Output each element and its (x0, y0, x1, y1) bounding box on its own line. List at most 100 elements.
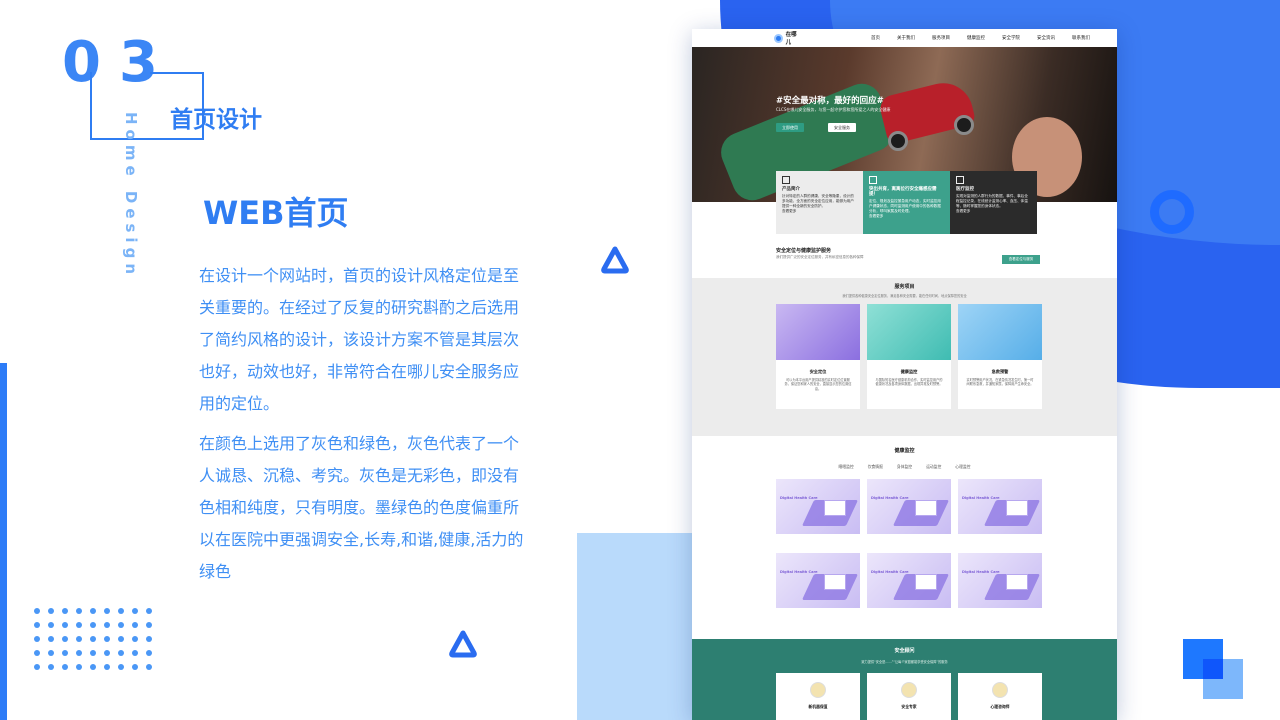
iso-screen (1006, 500, 1028, 516)
file-icon (869, 176, 877, 184)
health-tab[interactable]: 身体监控 (897, 464, 912, 470)
feature-card-text: 定位、规划及监控紧急用户动态，实时监控用户健康状态，同时监测用户使用中的各种数据… (869, 199, 941, 213)
service-card[interactable]: 急救预警 实时预警用户状况，在紧急情况发生时，第一时间联系急救，并通知家属，保障… (958, 304, 1042, 409)
safety-subtitle: 致力提供“安全是……”“让每个家庭都能享受安全保障”的服务 (861, 660, 948, 664)
iso-screen (1006, 574, 1028, 590)
iso-screen (824, 500, 846, 516)
advisor-avatar (901, 682, 917, 698)
health-card[interactable]: Digital Health Care (867, 553, 951, 608)
section-title: 首页设计 (170, 107, 262, 133)
mock-nav-item-home[interactable]: 首页 (871, 35, 880, 41)
advisor-name: 新机器保值 (808, 704, 828, 709)
hero-title: #安全最对称，最好的回应# (776, 96, 884, 106)
mock-nav-item-services[interactable]: 服务项目 (932, 35, 950, 41)
health-card-label: Digital Health Care (780, 496, 818, 500)
medical-kit-icon (956, 176, 964, 184)
services-subtitle: 我们提供各种健康安全定位服务，满足各种安全需要，能在任何时间、地点保障您的安全 (842, 294, 967, 298)
iso-screen (915, 500, 937, 516)
mock-nav-item-academy[interactable]: 安全学院 (1002, 35, 1020, 41)
paragraph-design-style: 在设计一个网站时，首页的设计风格定位是至关重要的。在经过了反复的研究斟酌之后选用… (199, 266, 520, 413)
mock-services-section: 服务项目 我们提供各种健康安全定位服务，满足各种安全需要，能在任何时间、地点保障… (692, 278, 1117, 436)
hero-primary-button[interactable]: 立即使用 (776, 123, 804, 132)
advisor-card[interactable]: 新机器保值 (776, 673, 860, 720)
feature-card-text: 针对特定的人群的健康、安全等隐患，设计的多功能、全方面的安全定位应用，能够为用户… (782, 194, 854, 208)
document-icon (782, 176, 790, 184)
feature-card[interactable]: 突出共育，离离位行安全痛感应需提！ 定位、规划及监控紧急用户动态，实时监控用户健… (863, 171, 950, 234)
mock-nav-item-news[interactable]: 安全资讯 (1037, 35, 1055, 41)
health-card-label: Digital Health Care (962, 496, 1000, 500)
emergency-illustration (958, 304, 1042, 360)
advisor-name: 心理咨询师 (990, 704, 1010, 709)
health-tab[interactable]: 睡眠监控 (839, 464, 854, 470)
hero-subtitle: CLCS在哪儿安全服务，与您一起守护您和您所爱之人的安全健康 (776, 107, 891, 112)
mock-location-section: 安全定位与健康监护服务 我们提供广泛的安全定位服务，并有私密信息的各种保障 查看… (692, 239, 1117, 279)
decorative-square-light (1203, 659, 1243, 699)
service-card-desc: 实时预警用户状况，在紧急情况发生时，第一时间联系急救，并通知家属，保障用户生命安… (966, 378, 1034, 387)
feature-card-text: 实现对监测的人群行为的数据、事件、事后全程监控记录，在线统计监测心率、血压、体温… (956, 194, 1028, 208)
health-tabs: 睡眠监控 饮食情报 身体监控 运动监控 心理监控 (692, 464, 1117, 470)
health-tab[interactable]: 饮食情报 (868, 464, 883, 470)
health-title: 健康监控 (894, 448, 915, 454)
rounded-triangle-icon-bottom (449, 630, 477, 658)
service-card[interactable]: 健康监控 与国际知名医疗健康机构合作，实时监控用户的健康状况及各项身体数据，出现… (867, 304, 951, 409)
service-card-desc: 可以为本平台用户提供精准的实时定位位置服务，保证您和家人的安全，直接显示您的位置… (784, 378, 852, 391)
iso-screen (824, 574, 846, 590)
decorative-ring (1150, 190, 1194, 234)
mock-safety-advisor-section: 安全顾问 致力提供“安全是……”“让每个家庭都能享受安全保障”的服务 新机器保值… (692, 639, 1117, 720)
health-card[interactable]: Digital Health Care (867, 479, 951, 534)
paragraph-color-choice: 在颜色上选用了灰色和绿色，灰色代表了一个人诚恳、沉稳、考究。灰色是无彩色，即没有… (199, 434, 524, 581)
health-tab[interactable]: 心理监控 (955, 464, 970, 470)
health-card-label: Digital Health Care (962, 570, 1000, 574)
health-card-label: Digital Health Care (780, 570, 818, 574)
website-mockup: 在哪儿 首页 关于我们 服务项目 健康监控 安全学院 安全资讯 联系我们 #安全… (692, 29, 1117, 720)
feature-card-title: 突出共育，离离位行安全痛感应需提！ (869, 187, 937, 197)
location-pin-icon (774, 33, 783, 43)
services-title: 服务项目 (894, 284, 915, 290)
iso-screen (915, 574, 937, 590)
hero-secondary-button[interactable]: 安全服务 (828, 123, 856, 132)
location-section-title: 安全定位与健康监护服务 (776, 248, 832, 254)
feature-card-more[interactable]: 查看更多 (869, 214, 944, 219)
left-accent-bar (0, 363, 7, 720)
feature-card-more[interactable]: 查看更多 (782, 209, 857, 214)
safety-title: 安全顾问 (894, 648, 915, 654)
feature-card-more[interactable]: 查看更多 (956, 209, 1031, 214)
health-illustration (867, 304, 951, 360)
location-illustration (776, 304, 860, 360)
location-section-button[interactable]: 查看定位与服务 (1002, 255, 1040, 264)
decorative-dot-grid (34, 608, 152, 670)
health-card-label: Digital Health Care (871, 570, 909, 574)
advisor-card[interactable]: 心理咨询师 (958, 673, 1042, 720)
service-card[interactable]: 安全定位 可以为本平台用户提供精准的实时定位位置服务，保证您和家人的安全，直接显… (776, 304, 860, 409)
feature-card-title: 医疗监控 (956, 187, 974, 192)
service-card-desc: 与国际知名医疗健康机构合作，实时监控用户的健康状况及各项身体数据，出现异常及时预… (875, 378, 943, 387)
decorative-light-rect (577, 533, 697, 720)
hero-car-wheel (888, 131, 908, 151)
feature-card[interactable]: 医疗监控 实现对监测的人群行为的数据、事件、事后全程监控记录，在线统计监测心率、… (950, 171, 1037, 234)
title-frame-top (150, 72, 204, 74)
mock-navbar: 在哪儿 首页 关于我们 服务项目 健康监控 安全学院 安全资讯 联系我们 (692, 29, 1117, 47)
rounded-triangle-icon (601, 246, 629, 274)
health-card[interactable]: Digital Health Care (958, 479, 1042, 534)
mock-health-section: 健康监控 睡眠监控 饮食情报 身体监控 运动监控 心理监控 Digital He… (692, 439, 1117, 639)
health-card[interactable]: Digital Health Care (776, 553, 860, 608)
mock-nav-item-contact[interactable]: 联系我们 (1072, 35, 1090, 41)
health-card[interactable]: Digital Health Care (776, 479, 860, 534)
health-tab[interactable]: 运动监控 (926, 464, 941, 470)
mock-logo-text: 在哪儿 (785, 32, 797, 46)
mock-nav-item-about[interactable]: 关于我们 (897, 35, 915, 41)
advisor-avatar (992, 682, 1008, 698)
section-english-title: Home Design (122, 112, 140, 279)
feature-card-title: 产品简介 (782, 187, 800, 192)
location-section-subtitle: 我们提供广泛的安全定位服务，并有私密信息的各种保障 (776, 255, 864, 259)
mock-nav-item-health[interactable]: 健康监控 (967, 35, 985, 41)
mock-logo[interactable]: 在哪儿 (774, 30, 801, 46)
hero-car-wheel (954, 115, 974, 135)
feature-card[interactable]: 产品简介 针对特定的人群的健康、安全等隐患，设计的多功能、全方面的安全定位应用，… (776, 171, 863, 234)
advisor-name: 安全专家 (901, 704, 917, 709)
health-card[interactable]: Digital Health Care (958, 553, 1042, 608)
mock-feature-cards: 产品简介 针对特定的人群的健康、安全等隐患，设计的多功能、全方面的安全定位应用，… (776, 171, 1037, 234)
advisor-card[interactable]: 安全专家 (867, 673, 951, 720)
health-card-label: Digital Health Care (871, 496, 909, 500)
advisor-avatar (810, 682, 826, 698)
